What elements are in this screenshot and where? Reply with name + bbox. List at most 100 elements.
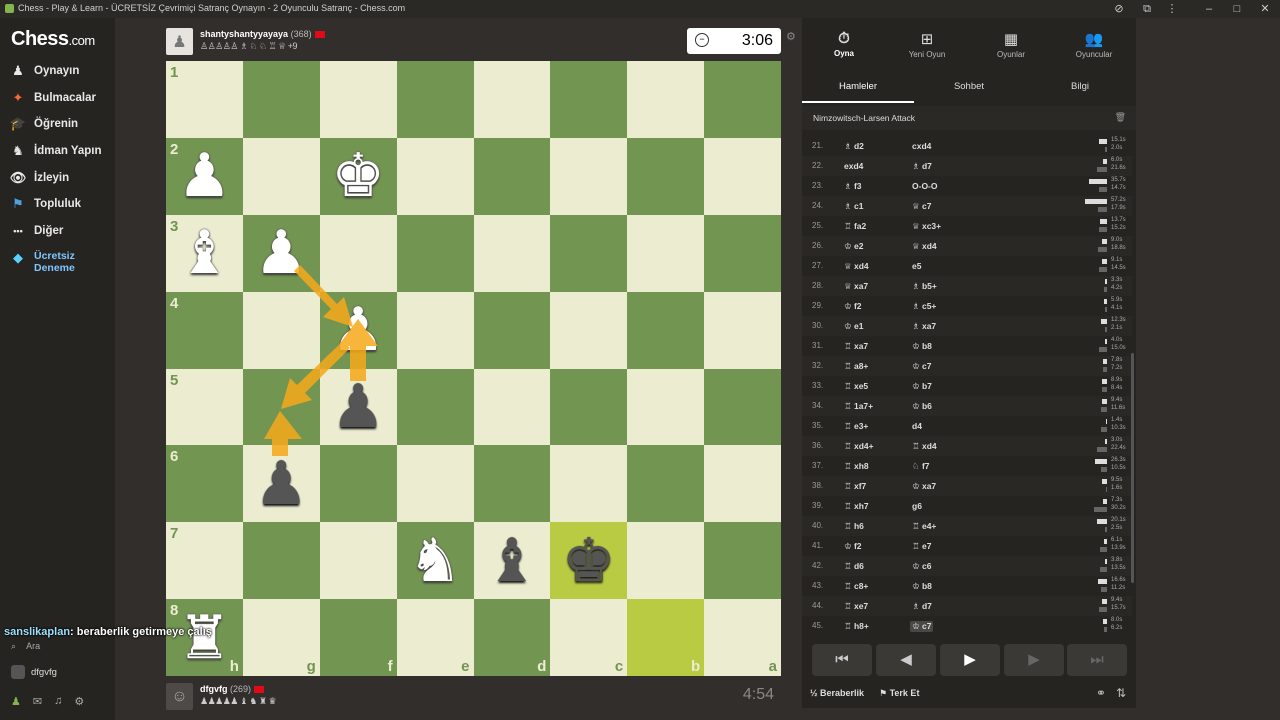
board-square[interactable]: ♟	[242, 214, 320, 292]
white-move[interactable]: ♖ xf7	[844, 481, 866, 492]
black-move[interactable]: e5	[912, 261, 921, 271]
board-square[interactable]: ♟	[319, 291, 397, 369]
board-settings-icon[interactable]: ⚙	[786, 30, 796, 43]
last-move-button[interactable]: ⏭	[1067, 644, 1127, 676]
board-square[interactable]: 7	[166, 522, 243, 600]
white-move[interactable]: ♔ f2	[844, 301, 862, 312]
board-square[interactable]	[704, 214, 781, 292]
sidebar-item-more[interactable]: ••• Diğer	[9, 220, 63, 242]
analysis-icon[interactable]: ⚭	[1096, 686, 1106, 700]
white-move[interactable]: ♖ xe7	[844, 601, 868, 612]
sidebar-search[interactable]: ⌕ Ara	[11, 641, 40, 652]
chess-piece[interactable]: ♚	[550, 522, 627, 599]
black-move[interactable]: cxd4	[912, 141, 931, 151]
board-square[interactable]	[396, 291, 474, 369]
friends-icon[interactable]: ♟	[11, 695, 21, 708]
white-move[interactable]: exd4	[844, 161, 863, 171]
chess-piece[interactable]: ♝	[474, 522, 551, 599]
board-square[interactable]	[550, 368, 628, 446]
close-icon[interactable]: ✕	[1258, 2, 1272, 16]
white-move[interactable]: ♔ f2	[844, 541, 862, 552]
board-square[interactable]	[627, 61, 705, 138]
board-square[interactable]	[704, 522, 781, 600]
white-move[interactable]: ♖ xh7	[844, 501, 869, 512]
menu-dots-icon[interactable]: ⋮	[1165, 2, 1179, 16]
chess-piece[interactable]: ♟	[243, 445, 320, 522]
board-square[interactable]: ♟	[319, 368, 397, 446]
sidebar-item-train[interactable]: ♞ İdman Yapın	[9, 140, 101, 162]
white-move[interactable]: ♖ h6	[844, 521, 864, 532]
resign-button[interactable]: ⚑ Terk Et	[879, 688, 919, 699]
board-square[interactable]	[550, 61, 628, 138]
white-move[interactable]: ♖ a8+	[844, 361, 868, 372]
board-square[interactable]	[627, 368, 705, 446]
move-list-scrollbar[interactable]	[1131, 353, 1134, 583]
black-move[interactable]: ♔ b6	[912, 401, 932, 412]
board-square[interactable]	[396, 445, 474, 523]
chess-piece[interactable]: ♟	[320, 369, 397, 446]
player-name-line[interactable]: dfgvfg (269)	[200, 684, 265, 694]
chess-board[interactable]: 1 2 ♟ ♚ 3 ♝ ♟ 4 ♟ 5 ♟ 6 ♟ 7 ♞ ♝ ♚ 8 h ♜ g f e d c b a	[166, 61, 781, 676]
black-move[interactable]: ♗ c5+	[912, 301, 936, 312]
subtab-info[interactable]: Bilgi	[1024, 78, 1136, 103]
black-move[interactable]: ♔ c7	[912, 361, 931, 372]
sidebar-user[interactable]: dfgvfg	[11, 665, 57, 679]
minimize-icon[interactable]: –	[1202, 2, 1216, 16]
next-move-button[interactable]: ▶	[1004, 644, 1064, 676]
board-square[interactable]: a	[704, 599, 781, 676]
white-move[interactable]: ♖ xe5	[844, 381, 868, 392]
board-square[interactable]: 5	[166, 368, 243, 446]
maximize-icon[interactable]: □	[1230, 2, 1244, 16]
board-square[interactable]	[704, 368, 781, 446]
sidebar-item-learn[interactable]: 🎓 Öğrenin	[9, 113, 78, 135]
board-square[interactable]	[627, 291, 705, 369]
board-square[interactable]: 3 ♝	[166, 214, 243, 292]
board-square[interactable]: 6	[166, 445, 243, 523]
board-square[interactable]: g	[242, 599, 320, 676]
chess-piece[interactable]: ♝	[166, 215, 243, 292]
eye-off-icon[interactable]: ⊘	[1112, 2, 1126, 16]
black-move[interactable]: ♖ e7	[912, 541, 931, 552]
black-move[interactable]: O-O-O	[912, 181, 938, 191]
sidebar-item-watch[interactable]: 👁 İzleyin	[9, 167, 69, 189]
board-square[interactable]: ♟	[242, 445, 320, 523]
black-move[interactable]: ♗ b5+	[912, 281, 937, 292]
board-square[interactable]	[704, 137, 781, 215]
sidebar-item-community[interactable]: ⚑ Topluluk	[9, 193, 81, 215]
mail-icon[interactable]: ✉	[33, 695, 42, 708]
player-avatar[interactable]: ☺	[166, 683, 193, 710]
black-move[interactable]: ♖ xd4	[912, 441, 937, 452]
black-move[interactable]: g6	[912, 501, 922, 511]
board-square[interactable]: ♝	[473, 522, 551, 600]
white-move[interactable]: ♖ h8+	[844, 621, 869, 632]
black-move[interactable]: ♗ xa7	[912, 321, 936, 332]
white-move[interactable]: ♗ c1	[844, 201, 863, 212]
first-move-button[interactable]: ⏮	[812, 644, 872, 676]
board-square[interactable]	[627, 445, 705, 523]
white-move[interactable]: ♕ xa7	[844, 281, 868, 292]
tab-games[interactable]: ▦ Oyunlar	[971, 30, 1051, 59]
board-square[interactable]	[627, 522, 705, 600]
play-button[interactable]: ▶	[940, 644, 1000, 676]
extension-icon[interactable]: ⧉	[1140, 2, 1154, 16]
white-move[interactable]: ♔ e1	[844, 321, 863, 332]
board-square[interactable]: ♞	[396, 522, 474, 600]
board-square[interactable]	[396, 137, 474, 215]
white-move[interactable]: ♖ e3+	[844, 421, 868, 432]
board-square[interactable]: 1	[166, 61, 243, 138]
board-square[interactable]	[396, 214, 474, 292]
black-move[interactable]: ♔ xa7	[912, 481, 936, 492]
board-square[interactable]	[473, 61, 551, 138]
subtab-moves[interactable]: Hamleler	[802, 78, 914, 103]
white-move[interactable]: ♖ xd4+	[844, 441, 874, 452]
opponent-avatar[interactable]: ♟	[166, 28, 193, 55]
prev-move-button[interactable]: ◀	[876, 644, 936, 676]
board-square[interactable]: 4	[166, 291, 243, 369]
white-move[interactable]: ♖ xa7	[844, 341, 868, 352]
chess-piece[interactable]: ♚	[320, 138, 397, 215]
board-square[interactable]	[242, 61, 320, 138]
tab-play[interactable]: ⏱ Oyna	[804, 30, 884, 58]
black-move[interactable]: ♕ xc3+	[912, 221, 941, 232]
board-square[interactable]	[319, 214, 397, 292]
board-square[interactable]	[704, 291, 781, 369]
